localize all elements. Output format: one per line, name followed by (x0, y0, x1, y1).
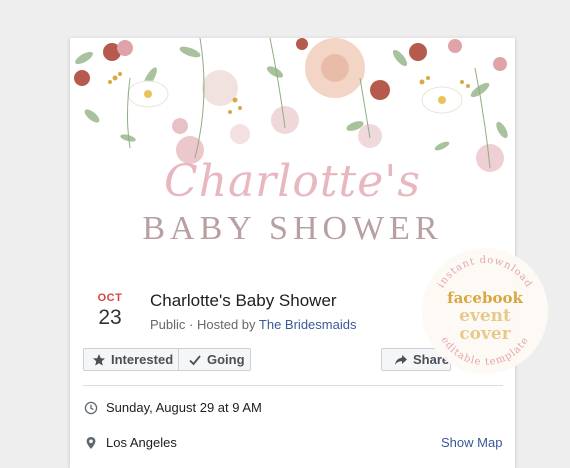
event-when-text: Sunday, August 29 at 9 AM (106, 400, 262, 415)
event-date: OCT 23 (88, 292, 132, 330)
badge-line2: event (459, 306, 511, 326)
event-date-day: 23 (98, 306, 122, 329)
cover-serif-title: BABY SHOWER (142, 210, 443, 247)
clock-icon (84, 401, 98, 414)
event-where-row: Los Angeles (84, 435, 177, 450)
editable-template-badge: instant download editable template faceb… (422, 248, 548, 374)
event-when-row: Sunday, August 29 at 9 AM (84, 400, 262, 415)
event-date-month: OCT (97, 292, 123, 304)
event-title[interactable]: Charlotte's Baby Shower (150, 291, 337, 311)
event-privacy: Public (150, 317, 186, 332)
star-icon (93, 353, 105, 366)
show-map-link[interactable]: Show Map (441, 435, 502, 450)
going-button[interactable]: Going (178, 348, 251, 371)
going-label: Going (207, 352, 245, 367)
interested-label: Interested (111, 352, 174, 367)
check-icon (189, 354, 201, 365)
event-subtitle: Public · Hosted by The Bridesmaids (150, 317, 356, 332)
divider (83, 385, 503, 386)
share-arrow-icon (395, 354, 407, 365)
location-pin-icon (86, 436, 96, 449)
badge-line3: cover (459, 324, 511, 344)
cover-script-title: Charlotte's (164, 156, 421, 207)
event-host-link[interactable]: The Bridesmaids (259, 317, 357, 332)
event-where-text: Los Angeles (106, 435, 177, 450)
badge-line1: facebook (447, 289, 523, 307)
hosted-by-label: · Hosted by (189, 317, 256, 332)
interested-button[interactable]: Interested (83, 348, 179, 371)
